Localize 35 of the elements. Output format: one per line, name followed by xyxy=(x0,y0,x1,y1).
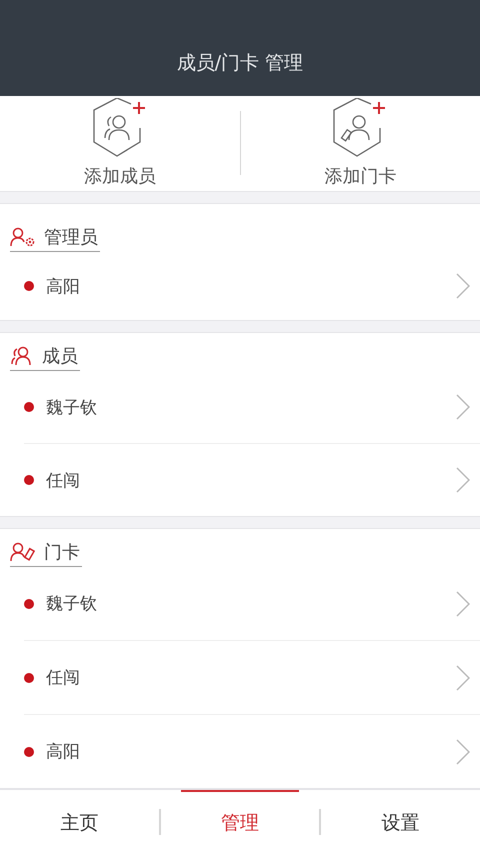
add-button[interactable]: 添加成员 xyxy=(0,98,240,188)
chevron-right-icon xyxy=(456,394,470,420)
admin-gear-icon xyxy=(10,227,36,247)
person-name: 任闯 xyxy=(46,470,81,492)
chevron-right-icon xyxy=(456,273,470,299)
list-item[interactable]: 魏子钦 xyxy=(24,567,480,641)
chevron-right-icon xyxy=(456,467,470,493)
section-title: 门卡 xyxy=(44,541,80,564)
bullet-dot xyxy=(24,475,34,485)
bullet-dot xyxy=(24,281,34,291)
bullet-dot xyxy=(24,402,34,412)
person-name: 魏子钦 xyxy=(46,593,98,615)
add-button[interactable]: 添加门卡 xyxy=(240,98,480,188)
page-title: 成员/门卡 管理 xyxy=(176,50,304,76)
bullet-dot xyxy=(24,746,34,756)
list-item[interactable]: 任闯 xyxy=(24,641,480,715)
bullet-dot xyxy=(24,598,34,608)
chevron-right-icon xyxy=(456,590,470,616)
section-title: 成员 xyxy=(42,345,78,368)
section-title: 管理员 xyxy=(44,226,98,249)
list-item[interactable]: 高阳 xyxy=(24,715,480,788)
chevron-right-icon xyxy=(456,738,470,764)
nav-tab[interactable]: 管理 xyxy=(180,790,300,853)
person-name: 高阳 xyxy=(46,276,81,298)
person-name: 魏子钦 xyxy=(46,396,98,418)
person-name: 任闯 xyxy=(46,667,81,689)
person-name: 高阳 xyxy=(46,741,81,763)
bullet-dot xyxy=(24,672,34,682)
list-item[interactable]: 魏子钦 xyxy=(24,371,480,444)
nav-tab[interactable]: 主页 xyxy=(20,790,139,853)
chevron-right-icon xyxy=(456,664,470,690)
list-item[interactable]: 任闯 xyxy=(24,444,480,516)
list-item[interactable]: 高阳 xyxy=(24,252,480,320)
user-card-icon xyxy=(10,542,36,562)
nav-tab[interactable]: 设置 xyxy=(341,790,460,853)
